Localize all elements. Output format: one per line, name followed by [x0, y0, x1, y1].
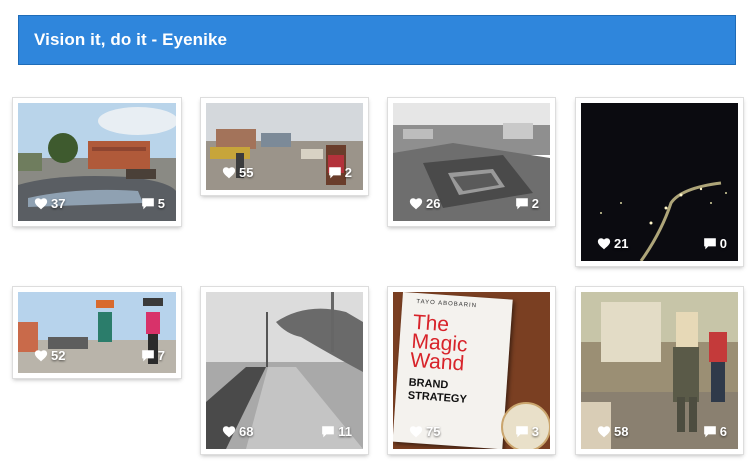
photo-card[interactable]: 58 6: [576, 287, 743, 454]
comment-count-value: 5: [157, 196, 165, 211]
like-count: 21: [597, 236, 628, 251]
like-count-value: 58: [614, 424, 629, 439]
like-count-value: 21: [614, 236, 629, 251]
comment-count: 5: [141, 196, 165, 211]
like-count-value: 37: [51, 196, 66, 211]
heart-icon: [222, 426, 236, 438]
like-count: 55: [222, 165, 253, 180]
page-title: Vision it, do it - Eyenike: [34, 30, 228, 49]
like-count-value: 52: [51, 348, 66, 363]
like-count-value: 68: [239, 424, 254, 439]
photo-card[interactable]: 21 0: [576, 98, 743, 266]
photo-card[interactable]: 52 7: [13, 287, 181, 378]
like-count-value: 75: [426, 424, 441, 439]
comment-count-value: 3: [531, 424, 539, 439]
comment-icon: [703, 238, 716, 250]
comment-count-value: 11: [338, 424, 352, 439]
comment-count-value: 2: [531, 196, 539, 211]
book-title: The Magic Wand: [409, 310, 469, 376]
comment-count: 0: [703, 236, 727, 251]
comment-icon: [515, 198, 528, 210]
comment-icon: [328, 167, 341, 179]
like-count: 58: [597, 424, 628, 439]
photo-card[interactable]: 55 2: [201, 98, 368, 195]
heart-icon: [34, 350, 48, 362]
like-count: 52: [34, 348, 65, 363]
like-count-value: 55: [239, 165, 254, 180]
photo-card[interactable]: 68 11: [201, 287, 368, 454]
comment-count: 2: [328, 165, 352, 180]
like-count: 75: [409, 424, 440, 439]
heart-icon: [34, 198, 48, 210]
comment-count: 3: [515, 424, 539, 439]
photo-card[interactable]: 26 2: [388, 98, 555, 226]
photo-card[interactable]: TAYO ABOBARIN The Magic Wand BRAND STRAT…: [388, 287, 555, 454]
comment-icon: [141, 198, 154, 210]
comment-count: 2: [515, 196, 539, 211]
heart-icon: [597, 238, 611, 250]
book-author: TAYO ABOBARIN: [416, 298, 478, 310]
heart-icon: [222, 167, 236, 179]
comment-count-value: 7: [157, 348, 165, 363]
comment-count-value: 2: [344, 165, 352, 180]
comment-icon: [322, 426, 335, 438]
comment-count: 6: [703, 424, 727, 439]
comment-count: 7: [141, 348, 165, 363]
comment-count-value: 0: [719, 236, 727, 251]
like-count: 26: [409, 196, 440, 211]
book-subtitle: BRAND STRATEGY: [407, 376, 468, 406]
comment-icon: [515, 426, 528, 438]
like-count: 37: [34, 196, 65, 211]
like-count: 68: [222, 424, 253, 439]
photo-card[interactable]: 37 5: [13, 98, 181, 226]
like-count-value: 26: [426, 196, 441, 211]
heart-icon: [597, 426, 611, 438]
comment-icon: [141, 350, 154, 362]
comment-count: 11: [321, 424, 352, 439]
heart-icon: [409, 426, 423, 438]
page-header: Vision it, do it - Eyenike: [18, 15, 736, 65]
comment-icon: [703, 426, 716, 438]
heart-icon: [409, 198, 423, 210]
comment-count-value: 6: [719, 424, 727, 439]
